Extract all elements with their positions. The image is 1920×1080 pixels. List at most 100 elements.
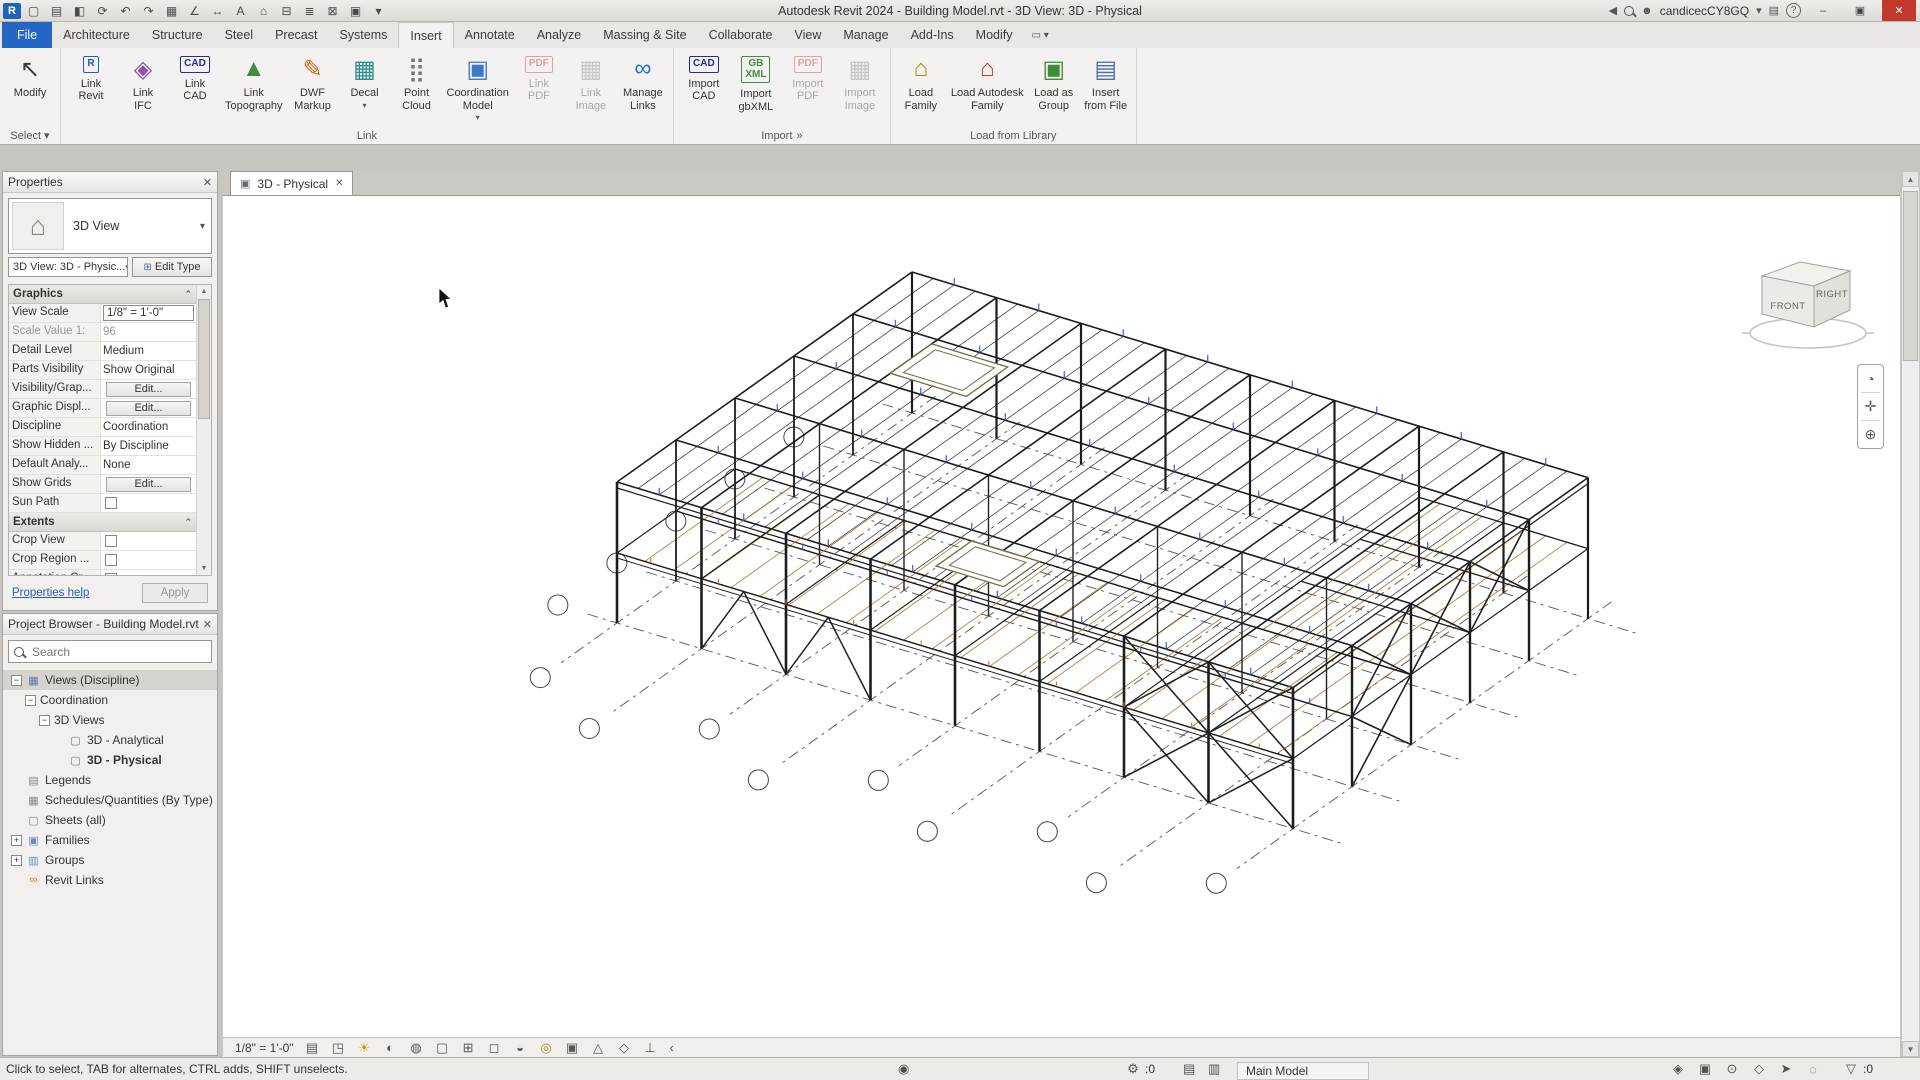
3d-structural-model[interactable] xyxy=(223,196,1900,1037)
collapse-icon[interactable]: ‹ xyxy=(670,1040,674,1055)
reveal-constraints-icon[interactable]: ⊥ xyxy=(642,1040,659,1056)
close-button[interactable]: ✕ xyxy=(1882,0,1916,21)
chevron-down-icon[interactable]: ▾ xyxy=(200,221,205,232)
tree-item-views-discipline-[interactable]: − ▦ Views (Discipline) xyxy=(3,670,217,690)
link-revit-button[interactable]: R Link Revit xyxy=(65,50,117,127)
property-value[interactable]: Coordination xyxy=(103,421,168,433)
measure-icon[interactable]: ∠ xyxy=(184,1,205,20)
link-ifc-button[interactable]: ◈ Link IFC xyxy=(117,50,169,127)
apply-button[interactable]: Apply xyxy=(142,583,208,603)
instance-selector[interactable]: 3D View: 3D - Physic... ▾ xyxy=(8,257,128,277)
tab-manage[interactable]: Manage xyxy=(832,22,899,48)
username[interactable]: candicecCY8GQ xyxy=(1660,4,1749,18)
detail-level-icon[interactable]: ▤ xyxy=(304,1040,321,1056)
checkbox[interactable] xyxy=(105,535,117,547)
temporary-hide-isolate-icon[interactable]: ◒ xyxy=(512,1040,529,1055)
scroll-down-icon[interactable]: ▼ xyxy=(197,562,211,575)
collapse-icon[interactable]: − xyxy=(11,674,22,686)
design-options-icon[interactable]: ▥ xyxy=(1208,1058,1226,1080)
edit-button[interactable]: Edit... xyxy=(105,400,192,416)
tab-massing-site[interactable]: Massing & Site xyxy=(592,22,697,48)
tab-structure[interactable]: Structure xyxy=(141,22,214,48)
import-cad-button[interactable]: CAD Import CAD xyxy=(678,50,730,127)
show-analytical-model-icon[interactable]: △ xyxy=(590,1040,607,1056)
maximize-button[interactable]: ▣ xyxy=(1845,0,1875,21)
ribbon-panel-label[interactable]: Import» xyxy=(676,127,888,144)
load-family-button[interactable]: ⌂ Load Family xyxy=(895,50,947,127)
property-value-input[interactable]: 1/8" = 1'-0" xyxy=(103,305,194,321)
select-links-toggle-icon[interactable]: ◈ xyxy=(1666,1061,1690,1077)
sun-path-icon[interactable]: ☀ xyxy=(356,1040,373,1056)
scroll-up-icon[interactable]: ▲ xyxy=(1902,171,1919,187)
modify-button[interactable]: ↖ Modify xyxy=(4,50,56,127)
show-crop-region-icon[interactable]: ⊞ xyxy=(460,1040,477,1056)
shadows-icon[interactable]: ◐ xyxy=(382,1040,399,1055)
tree-item-schedules-quantities-by-type-[interactable]: ▦ Schedules/Quantities (By Type) xyxy=(3,790,217,810)
tree-item-legends[interactable]: ▤ Legends xyxy=(3,770,217,790)
select-pinned-toggle-icon[interactable]: ⊙ xyxy=(1720,1061,1744,1077)
checkbox[interactable] xyxy=(105,497,117,509)
collapse-icon[interactable]: ⌃ xyxy=(184,289,192,300)
scroll-up-icon[interactable]: ▲ xyxy=(197,285,211,298)
view-cube[interactable]: FRONT RIGHT xyxy=(1728,234,1898,359)
decal-button[interactable]: ▦ Decal ▾ xyxy=(339,50,391,127)
tab-add-ins[interactable]: Add-Ins xyxy=(900,22,965,48)
thin-lines-icon[interactable]: ≣ xyxy=(299,1,320,20)
view-scale-control[interactable]: 1/8" = 1'-0" xyxy=(235,1041,294,1055)
lock-3d-view-icon[interactable]: ◻ xyxy=(486,1040,503,1056)
property-value[interactable]: By Discipline xyxy=(103,440,169,452)
sync-with-central-icon[interactable]: ⟳ xyxy=(92,1,113,20)
search-icon[interactable] xyxy=(1624,5,1635,16)
ribbon-panel-label[interactable]: Load from Library xyxy=(893,127,1134,144)
worksets-icon[interactable]: ▤ xyxy=(1183,1058,1201,1080)
print-icon[interactable]: ▦ xyxy=(161,1,182,20)
section-header[interactable]: Graphics ⌃ xyxy=(9,285,196,304)
close-inactive-windows-icon[interactable]: ⊠ xyxy=(322,1,343,20)
tab-analyze[interactable]: Analyze xyxy=(526,22,592,48)
collapse-icon[interactable]: ⌃ xyxy=(184,517,192,528)
tree-item-families[interactable]: + ▣ Families xyxy=(3,830,217,850)
expand-icon[interactable]: + xyxy=(11,854,22,866)
tab-annotate[interactable]: Annotate xyxy=(454,22,526,48)
tab-steel[interactable]: Steel xyxy=(214,22,265,48)
section-icon[interactable]: ⊟ xyxy=(276,1,297,20)
ribbon-cycle-icon[interactable]: ▭ ▾ xyxy=(1024,22,1057,48)
tab-modify[interactable]: Modify xyxy=(965,22,1024,48)
new-file-icon[interactable]: ▢ xyxy=(23,1,44,20)
ribbon-panel-label[interactable]: Select ▾ xyxy=(2,127,58,144)
app-logo-icon[interactable]: R xyxy=(3,2,21,19)
coordination-model-button[interactable]: ▣ Coordination Model ▾ xyxy=(443,50,513,127)
undo-icon[interactable]: ↶ xyxy=(115,1,136,20)
minimize-button[interactable]: – xyxy=(1808,0,1838,21)
tree-item-3d-physical[interactable]: ▢ 3D - Physical xyxy=(3,750,217,770)
close-icon[interactable]: ✕ xyxy=(203,176,212,189)
vertical-scrollbar[interactable]: ▲ ▼ xyxy=(1901,171,1919,1057)
tree-item-3d-analytical[interactable]: ▢ 3D - Analytical xyxy=(3,730,217,750)
edit-button[interactable]: Edit... xyxy=(105,381,192,397)
close-tab-icon[interactable]: ✕ xyxy=(335,178,343,189)
switch-windows-icon[interactable]: ▣ xyxy=(345,1,366,20)
property-value[interactable]: 96 xyxy=(103,326,116,338)
collapse-icon[interactable]: − xyxy=(39,714,50,726)
text-note-icon[interactable]: A xyxy=(230,1,251,20)
edit-type-button[interactable]: ⊞ Edit Type xyxy=(132,257,212,277)
checkbox[interactable] xyxy=(105,554,117,566)
reveal-hidden-elements-icon[interactable]: ◎ xyxy=(538,1040,555,1056)
tab-view[interactable]: View xyxy=(784,22,833,48)
scroll-down-icon[interactable]: ▼ xyxy=(1902,1041,1919,1057)
expand-icon[interactable]: + xyxy=(11,834,22,846)
worksharing-status[interactable]: ⚙ :0 xyxy=(1124,1058,1155,1080)
load-as-group-button[interactable]: ▣ Load as Group xyxy=(1028,50,1080,127)
property-value[interactable]: Medium xyxy=(103,345,144,357)
pan-icon[interactable]: ✛ xyxy=(1860,396,1881,417)
properties-scrollbar[interactable]: ▲ ▼ xyxy=(196,285,211,575)
document-tab[interactable]: ▣ 3D - Physical ✕ xyxy=(230,171,354,195)
collapse-icon[interactable]: ◀ xyxy=(1609,4,1617,17)
drawing-area[interactable]: FRONT RIGHT ◔ ✛ ⊕ xyxy=(223,196,1900,1037)
user-menu-icon[interactable]: ▾ xyxy=(1756,4,1762,17)
ribbon-panel-label[interactable]: Link xyxy=(63,127,671,144)
load-autodesk-family-button[interactable]: ⌂ Load Autodesk Family xyxy=(947,50,1028,127)
rendering-dialog-icon[interactable]: ◍ xyxy=(408,1040,425,1056)
crop-view-icon[interactable]: ▢ xyxy=(434,1040,451,1056)
tree-item-sheets-all-[interactable]: ▢ Sheets (all) xyxy=(3,810,217,830)
